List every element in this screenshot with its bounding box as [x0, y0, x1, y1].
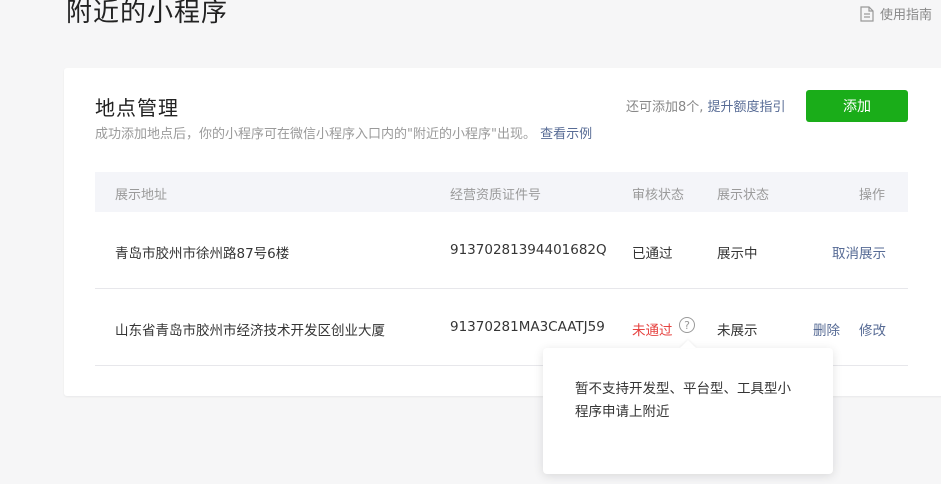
guide-link[interactable]: 使用指南: [860, 4, 932, 23]
row-display-status: 展示中: [717, 246, 758, 262]
row-review-status: 未通过: [632, 323, 673, 339]
increase-quota-link[interactable]: 提升额度指引: [708, 100, 786, 115]
header-actions: 操作: [859, 188, 886, 203]
header-display: 展示状态: [717, 188, 770, 203]
tooltip-arrow: [680, 340, 696, 348]
guide-label: 使用指南: [880, 8, 933, 23]
description-text: 成功添加地点后，你的小程序可在微信小程序入口内的"附近的小程序"出现。: [95, 127, 536, 142]
header-address: 展示地址: [115, 188, 168, 203]
add-button[interactable]: 添加: [806, 90, 908, 122]
row-license: 91370281394401682Q: [450, 242, 607, 258]
tooltip-text: 暂不支持开发型、平台型、工具型小程序申请上附近: [575, 381, 791, 420]
row-license: 91370281MA3CAATJ59: [450, 319, 605, 335]
view-example-link[interactable]: 查看示例: [540, 127, 592, 142]
tooltip-popover: 暂不支持开发型、平台型、工具型小程序申请上附近: [543, 340, 833, 474]
delete-link[interactable]: 删除: [813, 319, 840, 339]
help-icon[interactable]: ?: [679, 317, 695, 333]
header-review: 审核状态: [632, 188, 685, 203]
row-display-status: 未展示: [717, 323, 758, 339]
cancel-display-link[interactable]: 取消展示: [832, 242, 886, 262]
card-title: 地点管理: [95, 96, 179, 120]
table-row: 青岛市胶州市徐州路87号6楼 91370281394401682Q 已通过 展示…: [95, 212, 908, 289]
quota-info: 还可添加8个, 提升额度指引: [626, 96, 786, 115]
row-address: 青岛市胶州市徐州路87号6楼: [115, 246, 290, 262]
document-icon: [860, 5, 874, 22]
location-management-card: 地点管理 成功添加地点后，你的小程序可在微信小程序入口内的"附近的小程序"出现。…: [64, 68, 941, 396]
row-review-status: 已通过: [632, 246, 673, 262]
card-description: 成功添加地点后，你的小程序可在微信小程序入口内的"附近的小程序"出现。 查看示例: [95, 123, 592, 142]
page-title: 附近的小程序: [66, 0, 229, 28]
table-header: 展示地址 经营资质证件号 审核状态 展示状态 操作: [95, 172, 908, 212]
edit-link[interactable]: 修改: [859, 319, 886, 339]
header-license: 经营资质证件号: [450, 188, 542, 203]
quota-text: 还可添加8个,: [626, 100, 704, 115]
row-address: 山东省青岛市胶州市经济技术开发区创业大厦: [115, 323, 385, 339]
